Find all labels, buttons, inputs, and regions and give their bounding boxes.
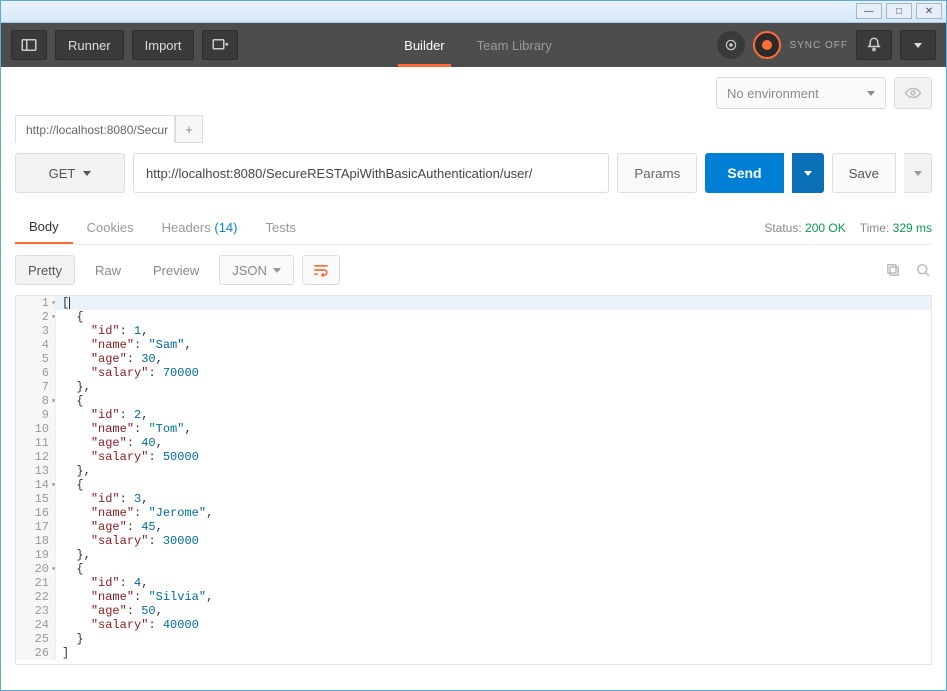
environment-quicklook-button[interactable] (894, 77, 932, 109)
window-maximize-button[interactable]: □ (886, 3, 912, 19)
environment-selector[interactable]: No environment (716, 77, 886, 109)
save-button[interactable]: Save (832, 153, 896, 193)
environment-label: No environment (727, 86, 819, 101)
os-titlebar: — □ ✕ (1, 1, 946, 23)
http-method-label: GET (49, 166, 76, 181)
request-bar: GET Params Send Save (15, 153, 932, 193)
sync-status-label: SYNC OFF (789, 40, 848, 51)
copy-response-icon[interactable] (884, 261, 902, 279)
response-tab-cookies[interactable]: Cookies (73, 212, 148, 243)
wrap-lines-button[interactable] (302, 255, 340, 285)
response-header: Body Cookies Headers (14) Tests Status: … (15, 211, 932, 245)
notifications-button[interactable] (856, 30, 892, 60)
chevron-down-icon (83, 171, 91, 176)
response-tab-body[interactable]: Body (15, 211, 73, 244)
view-mode-raw[interactable]: Raw (83, 255, 133, 285)
sync-status-icon[interactable] (753, 31, 781, 59)
runner-button[interactable]: Runner (55, 30, 124, 60)
response-view-toolbar: Pretty Raw Preview JSON (15, 255, 932, 285)
chevron-down-icon (867, 91, 875, 96)
app-toolbar: Runner Import Builder Team Library SYNC … (1, 23, 946, 67)
view-mode-preview[interactable]: Preview (141, 255, 211, 285)
response-tab-headers[interactable]: Headers (14) (148, 212, 252, 243)
interceptor-icon[interactable] (717, 31, 745, 59)
request-tab-1[interactable]: http://localhost:8080/Secur (15, 115, 175, 143)
chevron-down-icon (914, 171, 922, 176)
app-window: — □ ✕ Runner Import Builder Team Library… (0, 0, 947, 691)
time-indicator: Time: 329 ms (860, 221, 932, 235)
http-method-selector[interactable]: GET (15, 153, 125, 193)
new-tab-button[interactable] (202, 30, 238, 60)
status-indicator: Status: 200 OK (764, 221, 845, 235)
response-format-selector[interactable]: JSON (219, 255, 294, 285)
send-options-button[interactable] (792, 153, 824, 193)
chevron-down-icon (273, 268, 281, 273)
send-button[interactable]: Send (705, 153, 783, 193)
request-url-input[interactable] (133, 153, 609, 193)
search-response-icon[interactable] (914, 261, 932, 279)
chevron-down-icon (914, 43, 922, 48)
window-close-button[interactable]: ✕ (916, 3, 942, 19)
window-minimize-button[interactable]: — (856, 3, 882, 19)
chevron-down-icon (804, 171, 812, 176)
add-request-tab-button[interactable]: + (175, 115, 203, 143)
save-options-button[interactable] (904, 153, 932, 193)
response-tab-tests[interactable]: Tests (252, 212, 310, 243)
import-button[interactable]: Import (132, 30, 195, 60)
toggle-sidebar-button[interactable] (11, 30, 47, 60)
settings-menu-button[interactable] (900, 30, 936, 60)
response-body-viewer[interactable]: 1[ 2 { 3 "id": 1, 4 "name": "Sam", 5 "ag… (15, 295, 932, 665)
view-mode-pretty[interactable]: Pretty (15, 255, 75, 285)
params-button[interactable]: Params (617, 153, 697, 193)
nav-tab-builder[interactable]: Builder (388, 23, 460, 67)
nav-tab-team-library[interactable]: Team Library (461, 23, 568, 67)
